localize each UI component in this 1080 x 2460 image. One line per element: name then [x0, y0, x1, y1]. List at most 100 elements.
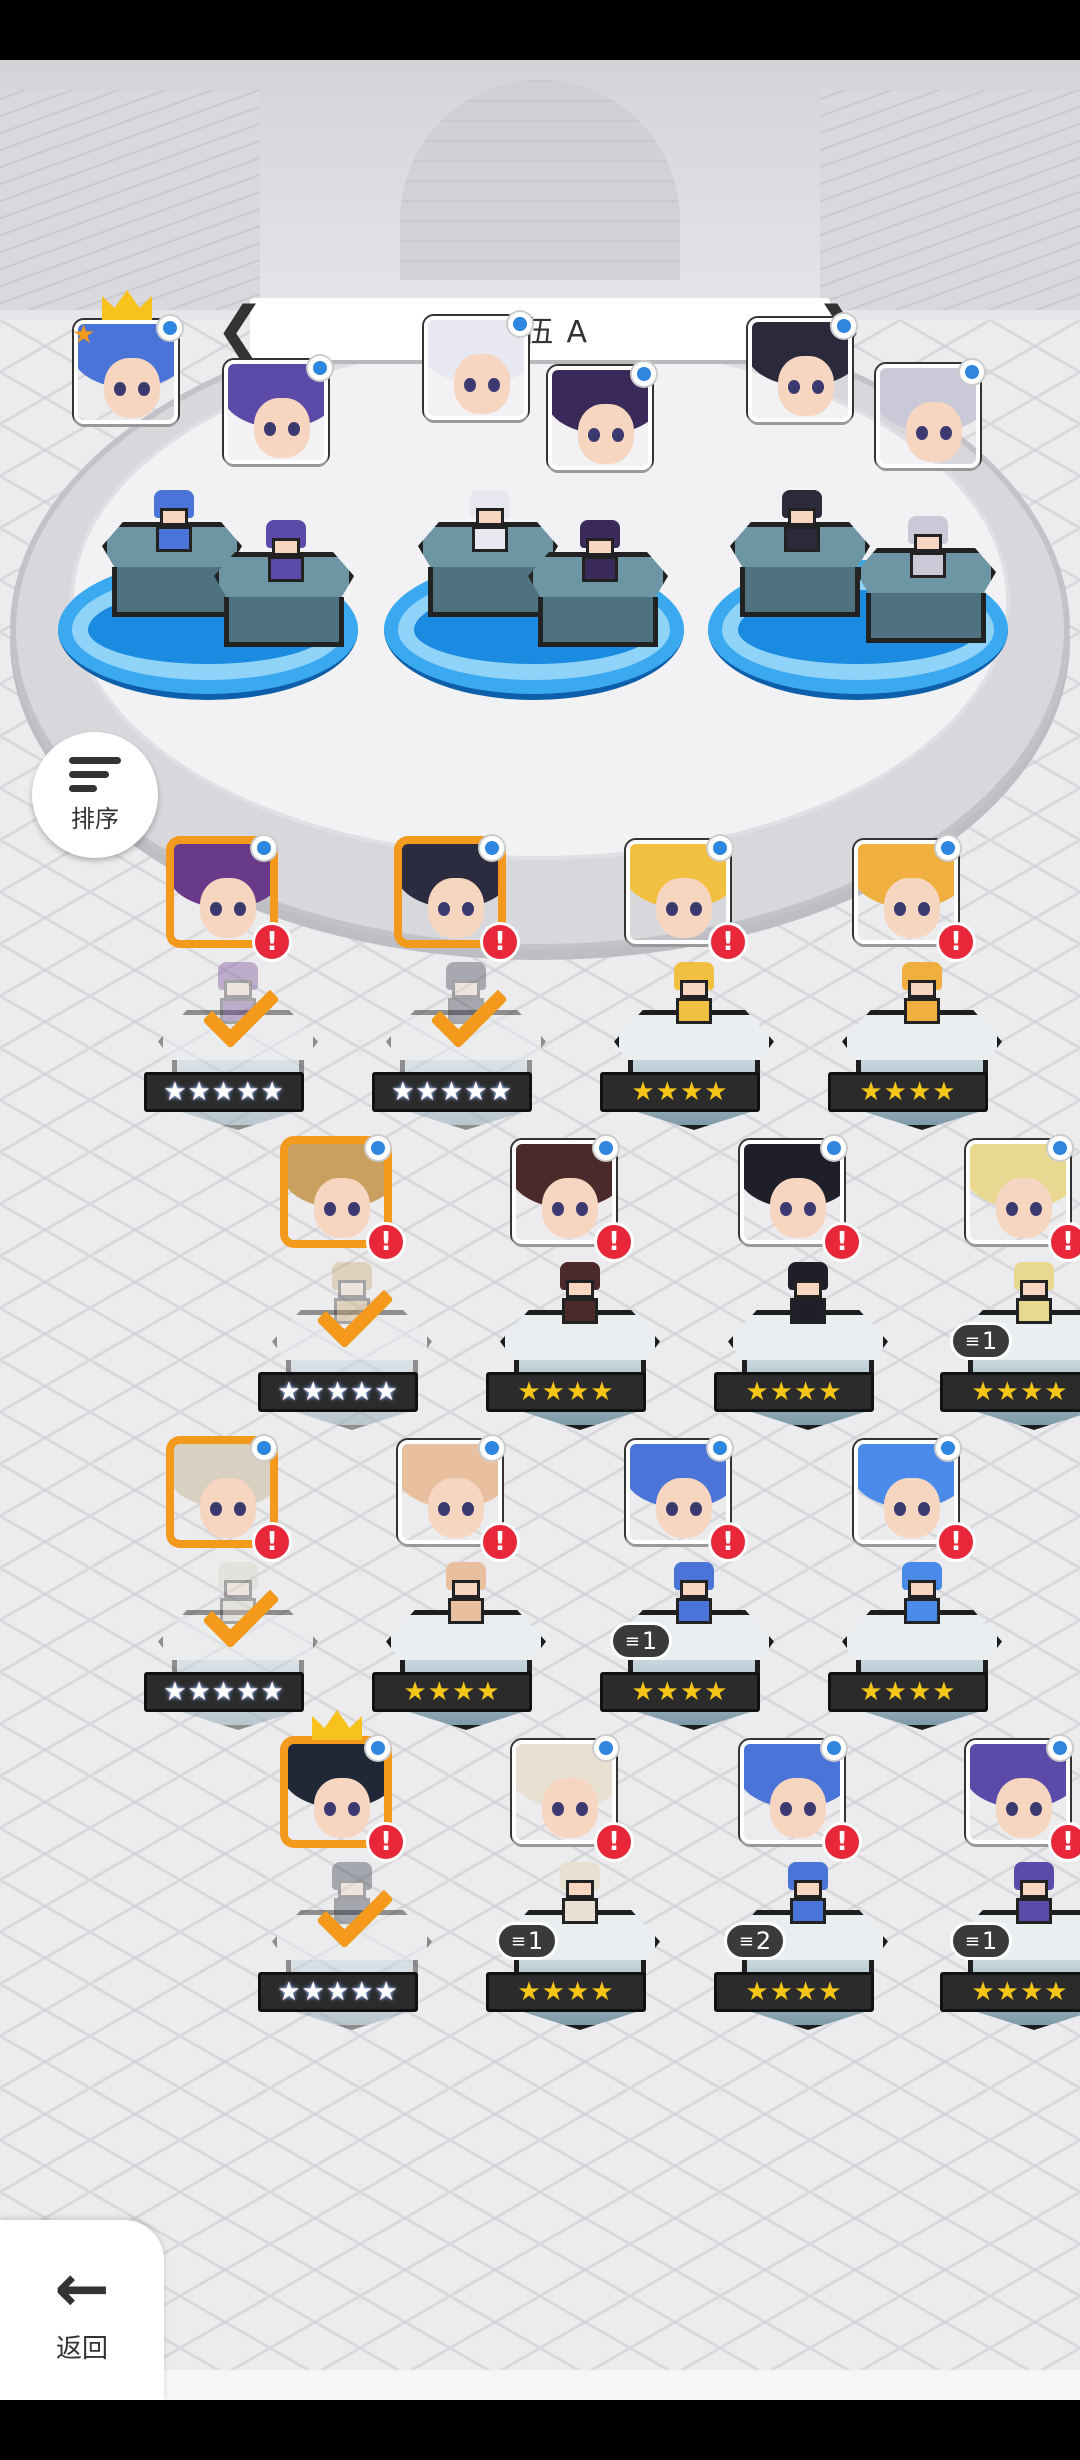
- star-rating: ★★★★: [828, 1672, 988, 1712]
- stack-icon: ≡: [510, 1930, 526, 1952]
- roster-character-sprite[interactable]: [1006, 1262, 1062, 1326]
- stack-icon: ≡: [964, 1930, 980, 1952]
- alert-icon: !: [708, 922, 748, 962]
- new-indicator-icon: [158, 316, 182, 340]
- new-indicator-icon: [480, 836, 504, 860]
- duplicate-count: 1: [641, 1627, 658, 1655]
- sort-button[interactable]: 排序: [32, 732, 158, 858]
- formation-character-sprite[interactable]: [900, 516, 956, 580]
- duplicate-count: 1: [981, 1327, 998, 1355]
- alert-icon: !: [480, 1522, 520, 1562]
- new-indicator-icon: [960, 360, 984, 384]
- new-indicator-icon: [832, 314, 856, 338]
- roster-character-sprite[interactable]: [894, 962, 950, 1026]
- alert-icon: !: [594, 1222, 634, 1262]
- duplicate-count-badge: ≡ 2: [724, 1922, 786, 1960]
- status-bar: [0, 0, 1080, 60]
- back-button[interactable]: ← 返回: [0, 2220, 164, 2400]
- star-rating: ★★★★: [600, 1072, 760, 1112]
- star-rating: ★★★★: [486, 1972, 646, 2012]
- new-indicator-icon: [366, 1736, 390, 1760]
- alert-icon: !: [708, 1522, 748, 1562]
- alert-icon: !: [594, 1822, 634, 1862]
- roster-character-sprite[interactable]: [1006, 1862, 1062, 1926]
- stack-icon: ≡: [624, 1630, 640, 1652]
- team-banner: ❮ 队伍 A ❯: [215, 298, 865, 360]
- roster-character-sprite[interactable]: [666, 1562, 722, 1626]
- alert-icon: !: [1048, 1822, 1080, 1862]
- star-rating: ★★★★: [486, 1372, 646, 1412]
- new-indicator-icon: [1048, 1136, 1072, 1160]
- roster-character-sprite[interactable]: [780, 1862, 836, 1926]
- roster-character-sprite[interactable]: [780, 1262, 836, 1326]
- new-indicator-icon: [594, 1136, 618, 1160]
- star-rating: ★★★★★: [372, 1072, 532, 1112]
- roster-character-sprite[interactable]: [894, 1562, 950, 1626]
- game-area: ❮ 队伍 A ❯ ★ 排序 ! ★★★★★! ★★★★★! ★★★★! ★★★★! ★★★…: [0, 60, 1080, 2400]
- new-indicator-icon: [632, 362, 656, 386]
- duplicate-count-badge: ≡ 1: [610, 1622, 672, 1660]
- arena-stands-right: [820, 90, 1080, 310]
- star-rating: ★★★★★: [144, 1072, 304, 1112]
- roster-character-sprite[interactable]: [438, 1562, 494, 1626]
- new-indicator-icon: [936, 836, 960, 860]
- alert-icon: !: [936, 1522, 976, 1562]
- arena-stands-left: [0, 90, 260, 310]
- prev-team-arrow-icon[interactable]: ❮: [215, 298, 265, 360]
- leader-crown-icon: [312, 1710, 362, 1740]
- new-indicator-icon: [252, 1436, 276, 1460]
- duplicate-count: 1: [981, 1927, 998, 1955]
- new-indicator-icon: [252, 836, 276, 860]
- back-label: 返回: [55, 2333, 108, 2364]
- duplicate-count: 1: [527, 1927, 544, 1955]
- navigation-bar: [0, 2400, 1080, 2460]
- star-rating: ★★★★: [372, 1672, 532, 1712]
- star-rating: ★★★★: [714, 1372, 874, 1412]
- alert-icon: !: [822, 1822, 862, 1862]
- new-indicator-icon: [708, 836, 732, 860]
- sort-label: 排序: [71, 804, 119, 833]
- new-indicator-icon: [1048, 1736, 1072, 1760]
- alert-icon: !: [936, 922, 976, 962]
- new-indicator-icon: [508, 312, 532, 336]
- new-indicator-icon: [822, 1736, 846, 1760]
- star-rating: ★★★★: [600, 1672, 760, 1712]
- new-indicator-icon: [308, 356, 332, 380]
- star-rating: ★★★★: [940, 1372, 1080, 1412]
- roster-character-sprite[interactable]: [666, 962, 722, 1026]
- star-rating: ★★★★★: [258, 1372, 418, 1412]
- alert-icon: !: [366, 1822, 406, 1862]
- leader-star-icon: ★: [72, 320, 96, 350]
- formation-character-sprite[interactable]: [258, 520, 314, 584]
- duplicate-count-badge: ≡ 1: [950, 1322, 1012, 1360]
- new-indicator-icon: [822, 1136, 846, 1160]
- formation-character-sprite[interactable]: [572, 520, 628, 584]
- star-rating: ★★★★: [714, 1972, 874, 2012]
- star-rating: ★★★★: [940, 1972, 1080, 2012]
- alert-icon: !: [1048, 1222, 1080, 1262]
- star-rating: ★★★★★: [258, 1972, 418, 2012]
- new-indicator-icon: [480, 1436, 504, 1460]
- new-indicator-icon: [594, 1736, 618, 1760]
- star-rating: ★★★★: [828, 1072, 988, 1112]
- roster-character-sprite[interactable]: [552, 1862, 608, 1926]
- stack-icon: ≡: [738, 1930, 754, 1952]
- alert-icon: !: [252, 1522, 292, 1562]
- duplicate-count-badge: ≡ 1: [950, 1922, 1012, 1960]
- stack-icon: ≡: [964, 1330, 980, 1352]
- duplicate-count: 2: [755, 1927, 772, 1955]
- duplicate-count-badge: ≡ 1: [496, 1922, 558, 1960]
- alert-icon: !: [822, 1222, 862, 1262]
- formation-character-sprite[interactable]: [146, 490, 202, 554]
- new-indicator-icon: [366, 1136, 390, 1160]
- alert-icon: !: [252, 922, 292, 962]
- star-rating: ★★★★★: [144, 1672, 304, 1712]
- new-indicator-icon: [936, 1436, 960, 1460]
- formation-character-sprite[interactable]: [774, 490, 830, 554]
- alert-icon: !: [480, 922, 520, 962]
- roster-character-sprite[interactable]: [552, 1262, 608, 1326]
- formation-character-sprite[interactable]: [462, 490, 518, 554]
- alert-icon: !: [366, 1222, 406, 1262]
- new-indicator-icon: [708, 1436, 732, 1460]
- back-arrow-icon: ←: [54, 2249, 110, 2327]
